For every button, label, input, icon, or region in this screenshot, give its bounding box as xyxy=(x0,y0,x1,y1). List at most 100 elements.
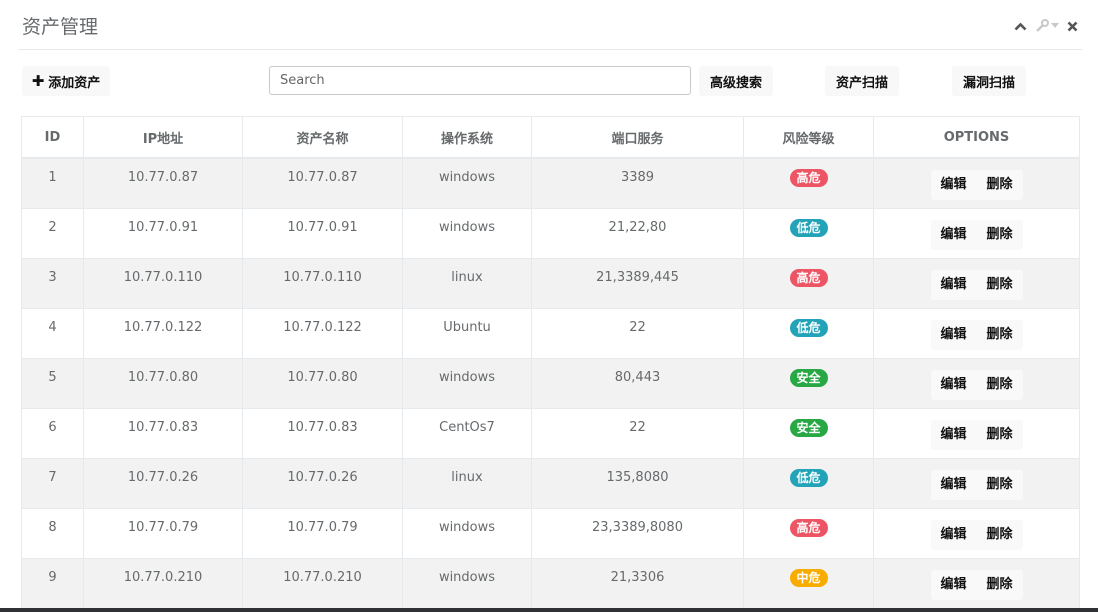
cell-name: 10.77.0.79 xyxy=(242,508,403,559)
cell-ip: 10.77.0.83 xyxy=(83,408,243,459)
row-actions: 编辑 删除 xyxy=(930,369,1023,400)
table-body: 1 10.77.0.87 10.77.0.87 windows 3389 高危 编辑 删除 2 1… xyxy=(21,157,1080,609)
cell-ip-text: 10.77.0.83 xyxy=(127,420,199,435)
table-row[interactable]: 2 10.77.0.91 10.77.0.91 windows 21,22,80 低危 编辑… xyxy=(21,208,1080,259)
table-row[interactable]: 5 10.77.0.80 10.77.0.80 windows 80,443 安全 编辑 删除 xyxy=(21,358,1080,409)
delete-button[interactable]: 删除 xyxy=(977,220,1023,250)
column-header-ports[interactable]: 端口服务 xyxy=(531,116,744,159)
cell-os-text: windows xyxy=(438,220,496,235)
cell-id-text: 6 xyxy=(48,420,57,435)
risk-badge: 高危 xyxy=(789,268,828,287)
table-row[interactable]: 8 10.77.0.79 10.77.0.79 windows 23,3389,8080… xyxy=(21,508,1080,559)
column-header-ip[interactable]: IP地址 xyxy=(83,116,243,159)
cell-name: 10.77.0.122 xyxy=(242,308,403,359)
caret-down-icon[interactable] xyxy=(1051,18,1059,34)
edit-button[interactable]: 编辑 xyxy=(931,420,977,450)
asset-scan-button[interactable]: 资产扫描 xyxy=(825,66,899,96)
delete-button[interactable]: 删除 xyxy=(977,570,1023,600)
cell-name-text: 10.77.0.87 xyxy=(287,170,358,185)
cell-risk: 低危 xyxy=(743,208,874,259)
cell-ip-text: 10.77.0.110 xyxy=(123,270,203,285)
vuln-scan-button[interactable]: 漏洞扫描 xyxy=(952,66,1026,96)
column-header-name[interactable]: 资产名称 xyxy=(242,116,403,159)
risk-badge: 低危 xyxy=(789,218,828,237)
table-row[interactable]: 6 10.77.0.83 10.77.0.83 CentOs7 22 安全 编辑 删除 xyxy=(21,408,1080,459)
cell-name-text: 10.77.0.80 xyxy=(287,370,358,385)
cell-os: windows xyxy=(402,558,532,609)
risk-badge: 中危 xyxy=(789,568,828,587)
row-actions: 编辑 删除 xyxy=(930,269,1023,300)
row-actions: 编辑 删除 xyxy=(930,519,1023,550)
cell-id: 2 xyxy=(21,208,84,259)
cell-id: 9 xyxy=(21,558,84,609)
cell-name: 10.77.0.83 xyxy=(242,408,403,459)
table-row[interactable]: 4 10.77.0.122 10.77.0.122 Ubuntu 22 低危 编辑 删除 xyxy=(21,308,1080,359)
delete-button[interactable]: 删除 xyxy=(977,370,1023,400)
table-row[interactable]: 7 10.77.0.26 10.77.0.26 linux 135,8080 低危 编辑 删除 xyxy=(21,458,1080,509)
cell-ip-text: 10.77.0.91 xyxy=(127,220,199,235)
column-header-risk[interactable]: 风险等级 xyxy=(743,116,874,159)
chevron-up-icon[interactable] xyxy=(1014,18,1027,34)
wrench-icon[interactable] xyxy=(1035,18,1049,34)
edit-button[interactable]: 编辑 xyxy=(931,320,977,350)
page-title: 资产管理 xyxy=(22,16,99,38)
edit-button[interactable]: 编辑 xyxy=(931,220,977,250)
cell-os: CentOs7 xyxy=(402,408,532,459)
cell-id: 6 xyxy=(21,408,84,459)
cell-ports: 21,3389,445 xyxy=(531,258,744,309)
cell-options: 编辑 删除 xyxy=(873,358,1080,409)
cell-os: windows xyxy=(402,508,532,559)
edit-button[interactable]: 编辑 xyxy=(931,470,977,500)
edit-button[interactable]: 编辑 xyxy=(931,370,977,400)
delete-button[interactable]: 删除 xyxy=(977,270,1023,300)
cell-ports-text: 22 xyxy=(629,320,646,335)
table-row[interactable]: 3 10.77.0.110 10.77.0.110 linux 21,3389,445 高… xyxy=(21,258,1080,309)
cell-ports-text: 21,22,80 xyxy=(608,220,667,235)
column-header-os[interactable]: 操作系统 xyxy=(402,116,532,159)
cell-os-text: CentOs7 xyxy=(439,420,495,435)
risk-badge: 高危 xyxy=(789,168,828,187)
search-input[interactable] xyxy=(269,66,691,95)
close-icon[interactable] xyxy=(1067,18,1078,34)
cell-id: 4 xyxy=(21,308,84,359)
cell-os-text: windows xyxy=(438,170,496,185)
delete-button[interactable]: 删除 xyxy=(977,520,1023,550)
edit-button[interactable]: 编辑 xyxy=(931,570,977,600)
edit-button[interactable]: 编辑 xyxy=(931,520,977,550)
cell-os: windows xyxy=(402,208,532,259)
cell-ports-text: 23,3389,8080 xyxy=(592,520,683,535)
cell-name-text: 10.77.0.91 xyxy=(287,220,358,235)
cell-os: Ubuntu xyxy=(402,308,532,359)
delete-button[interactable]: 删除 xyxy=(977,320,1023,350)
cell-id: 1 xyxy=(21,157,84,209)
cell-id-text: 5 xyxy=(48,370,57,385)
cell-options: 编辑 删除 xyxy=(873,558,1080,609)
cell-risk: 中危 xyxy=(743,558,874,609)
cell-ip: 10.77.0.122 xyxy=(83,308,243,359)
cell-ip: 10.77.0.110 xyxy=(83,258,243,309)
cell-ports: 3389 xyxy=(531,157,744,209)
asset-management-panel: 资产管理 ✚ 添加资产 高级搜索 资产扫描 漏洞扫描 ID IP地址 xyxy=(0,0,1098,612)
cell-ports-text: 80,443 xyxy=(614,370,661,385)
cell-os: linux xyxy=(402,258,532,309)
cell-id-text: 3 xyxy=(48,270,57,285)
cell-risk: 安全 xyxy=(743,358,874,409)
add-asset-button[interactable]: ✚ 添加资产 xyxy=(22,66,110,96)
cell-os-text: windows xyxy=(438,570,496,585)
cell-id: 8 xyxy=(21,508,84,559)
cell-risk: 高危 xyxy=(743,157,874,209)
column-header-id[interactable]: ID xyxy=(21,116,84,159)
cell-name: 10.77.0.80 xyxy=(242,358,403,409)
delete-button[interactable]: 删除 xyxy=(977,170,1023,200)
row-actions: 编辑 删除 xyxy=(930,319,1023,350)
header-divider xyxy=(18,49,1082,50)
delete-button[interactable]: 删除 xyxy=(977,420,1023,450)
delete-button[interactable]: 删除 xyxy=(977,470,1023,500)
cell-name: 10.77.0.87 xyxy=(242,157,403,209)
cell-name-text: 10.77.0.210 xyxy=(283,570,362,585)
advanced-search-button[interactable]: 高级搜索 xyxy=(699,66,773,96)
table-row[interactable]: 1 10.77.0.87 10.77.0.87 windows 3389 高危 编辑 删除 xyxy=(21,157,1080,209)
edit-button[interactable]: 编辑 xyxy=(931,270,977,300)
edit-button[interactable]: 编辑 xyxy=(931,170,977,200)
table-row[interactable]: 9 10.77.0.210 10.77.0.210 windows 21,3306 中危 编… xyxy=(21,558,1080,609)
